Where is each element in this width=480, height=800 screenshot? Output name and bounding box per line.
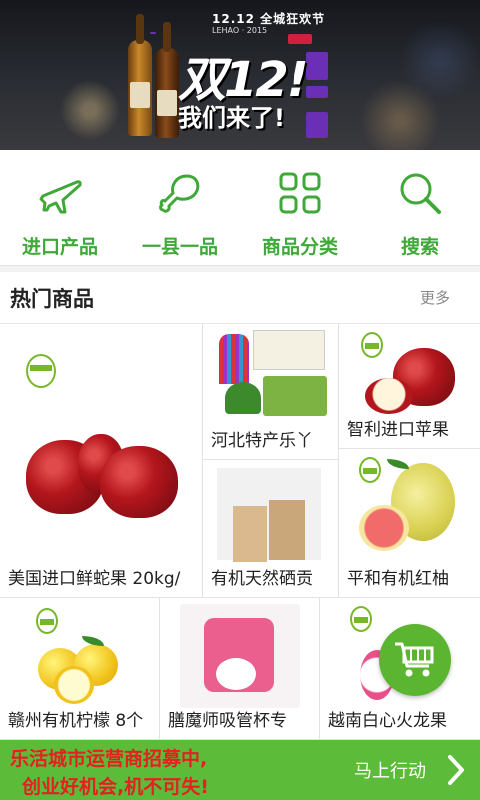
product-card[interactable]: 有机天然硒贡 (203, 460, 339, 598)
airplane-icon (39, 180, 82, 214)
cta-label: 马上行动 (354, 761, 426, 782)
recruitment-bar: 乐活城市运营商招募中, 创业好机会,机不可失! 马上行动 (0, 740, 480, 800)
nav-label: 搜索 (400, 236, 439, 258)
organic-badge-icon (359, 457, 381, 483)
flower-image (219, 334, 249, 384)
chevron-right-icon (448, 755, 464, 785)
banner-tag (306, 52, 328, 80)
banner-subtitle: 我们来了! (178, 104, 285, 132)
bottle-image (155, 22, 179, 138)
nav-label: 商品分类 (261, 236, 338, 258)
product-card[interactable]: 河北特产乐丫 (203, 324, 339, 460)
leaf-image (82, 636, 104, 646)
nav-county-products[interactable]: 一县一品 (120, 150, 240, 265)
nav-categories[interactable]: 商品分类 (240, 150, 360, 265)
section-title: 热门商品 (10, 286, 94, 311)
product-name: 智利进口苹果 (347, 420, 449, 440)
product-name: 平和有机红柚 (347, 569, 449, 589)
section-header: 热门商品 更多 (0, 272, 480, 324)
product-card[interactable]: 美国进口鲜蛇果 20kg/ (0, 324, 203, 598)
product-card[interactable]: 平和有机红柚 (339, 449, 480, 598)
product-name: 越南白心火龙果 (328, 711, 447, 731)
search-icon (400, 173, 441, 214)
plant-image (225, 382, 261, 414)
product-name: 赣州有机柠檬 8个 (8, 711, 144, 731)
banner-top-text: 12.12 全城狂欢节 (212, 12, 326, 26)
banner-sub-text: LEHAO · 2015 (212, 26, 268, 35)
promo-banner[interactable]: 12.12 全城狂欢节 LEHAO · 2015 双12! 我们来了! (0, 0, 480, 150)
product-name: 有机天然硒贡 (211, 569, 313, 589)
recruitment-text: 创业好机会,机不可失! (22, 776, 209, 798)
organic-badge-icon (26, 354, 56, 388)
recruitment-text: 乐活城市运营商招募中, (10, 748, 208, 770)
banner-tag (150, 32, 156, 34)
product-name: 美国进口鲜蛇果 20kg/ (8, 569, 181, 589)
organic-badge-icon (361, 332, 383, 358)
product-name: 膳魔师吸管杯专 (168, 711, 287, 731)
nav-search[interactable]: 搜索 (360, 150, 480, 265)
cart-button[interactable] (379, 624, 451, 696)
apple-image (100, 446, 178, 518)
product-name: 河北特产乐丫 (211, 431, 313, 451)
drumstick-icon (159, 174, 200, 213)
tea-box-image (233, 506, 267, 562)
grid-icon (279, 172, 321, 214)
tea-box-image (269, 500, 305, 560)
product-card[interactable]: 膳魔师吸管杯专 (160, 598, 320, 740)
gift-box-image (263, 376, 327, 416)
product-card[interactable]: 智利进口苹果 (339, 324, 480, 449)
nav-label: 进口产品 (21, 236, 98, 258)
quick-nav: 进口产品 一县一品 商品分类 搜索 (0, 150, 480, 266)
nav-imported-products[interactable]: 进口产品 (0, 150, 120, 265)
bottle-image (128, 14, 152, 136)
apple-slice-image (365, 378, 413, 414)
product-card[interactable]: 赣州有机柠檬 8个 (0, 598, 160, 740)
banner-tag (306, 112, 328, 138)
cup-face-image (216, 658, 256, 690)
act-now-button[interactable]: 马上行动 (340, 740, 480, 800)
nav-label: 一县一品 (141, 236, 218, 258)
shopping-cart-icon (395, 642, 434, 677)
organic-badge-icon (350, 606, 372, 632)
organic-badge-icon (36, 608, 58, 634)
lemon-slice-image (54, 666, 94, 704)
more-link[interactable]: 更多 (420, 287, 450, 308)
pomelo-slice-image (359, 505, 409, 551)
gift-box-image (253, 330, 325, 370)
banner-tag (306, 86, 328, 98)
leaf-image (387, 459, 409, 469)
